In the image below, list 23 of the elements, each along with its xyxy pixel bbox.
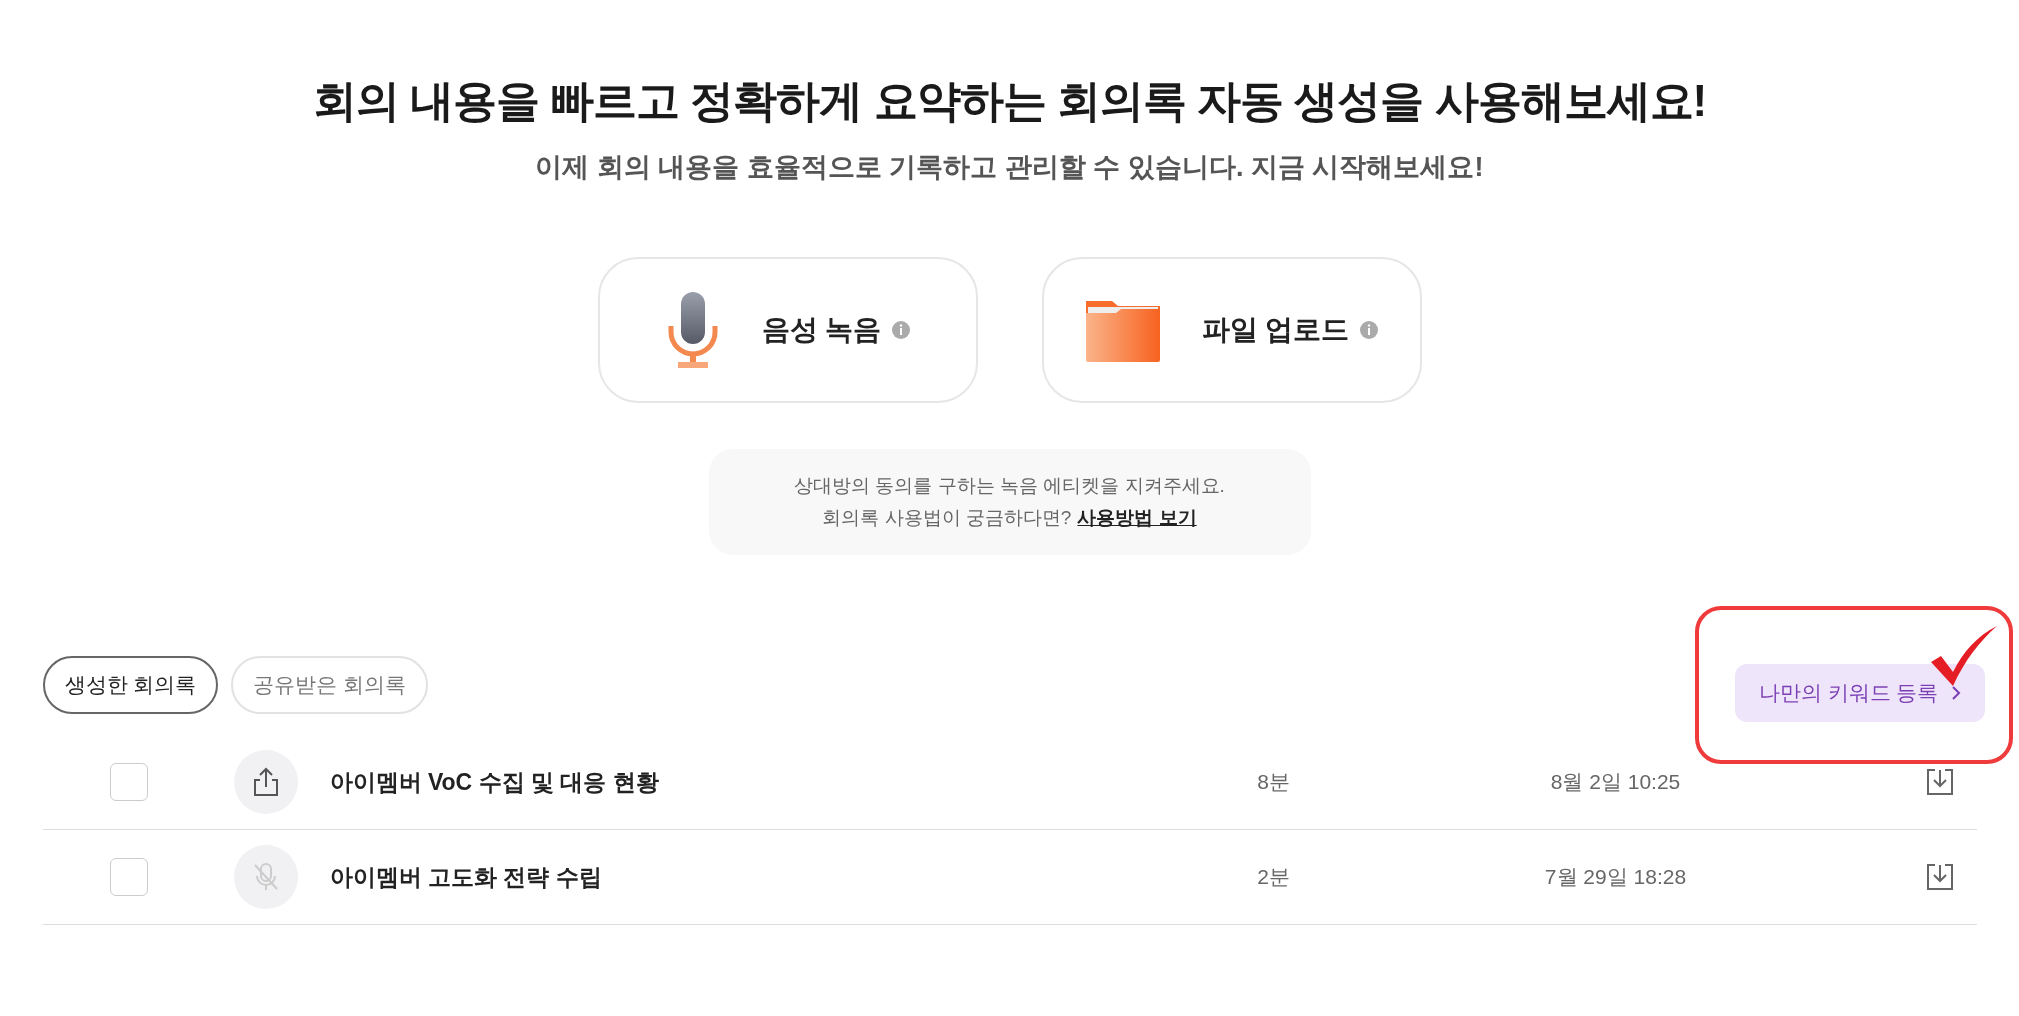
meeting-title[interactable]: 아이멤버 VoC 수집 및 대응 현황 bbox=[329, 766, 930, 798]
guide-link[interactable]: 사용방법 보기 bbox=[1077, 505, 1197, 531]
download-icon[interactable] bbox=[1924, 862, 1955, 892]
duration-cell-text: 2분 bbox=[1256, 864, 1291, 890]
date-cell-text: 7월 29일 18:28 bbox=[1543, 864, 1688, 890]
row-checkbox[interactable] bbox=[109, 858, 148, 896]
upload-button[interactable]: 파일 업로드 bbox=[1041, 257, 1422, 403]
notice-text: 상대방의 동의를 구하는 녹음 에티켓을 지켜주세요. bbox=[794, 474, 1225, 498]
keyword-button[interactable]: 나만의 키워드 등록 bbox=[1734, 664, 1985, 722]
download-icon[interactable] bbox=[1924, 767, 1955, 797]
meeting-title[interactable]: 아이멤버 고도화 전략 수립 bbox=[329, 861, 930, 893]
chevron-icon bbox=[1950, 685, 1961, 701]
info-icon bbox=[1359, 320, 1380, 340]
record-button[interactable]: 음성 녹음 bbox=[597, 257, 978, 403]
info-icon bbox=[891, 320, 912, 340]
page-subtitle: 이제 회의 내용을 효율적으로 기록하고 관리할 수 있습니다. 지금 시작해보세요! bbox=[535, 151, 1484, 184]
tab[interactable]: 생성한 회의록 bbox=[42, 656, 219, 714]
date-cell-text: 8월 2일 10:25 bbox=[1549, 769, 1682, 795]
page-title: 회의 내용을 빠르고 정확하게 요약하는 회의록 자동 생성을 사용해보세요! bbox=[312, 75, 1707, 127]
notice-text: 회의록 사용법이 궁금하다면? bbox=[822, 506, 1072, 530]
tab[interactable]: 공유받은 회의록 bbox=[231, 656, 429, 714]
duration-cell-text: 8분 bbox=[1256, 769, 1291, 795]
row-checkbox[interactable] bbox=[109, 763, 148, 801]
